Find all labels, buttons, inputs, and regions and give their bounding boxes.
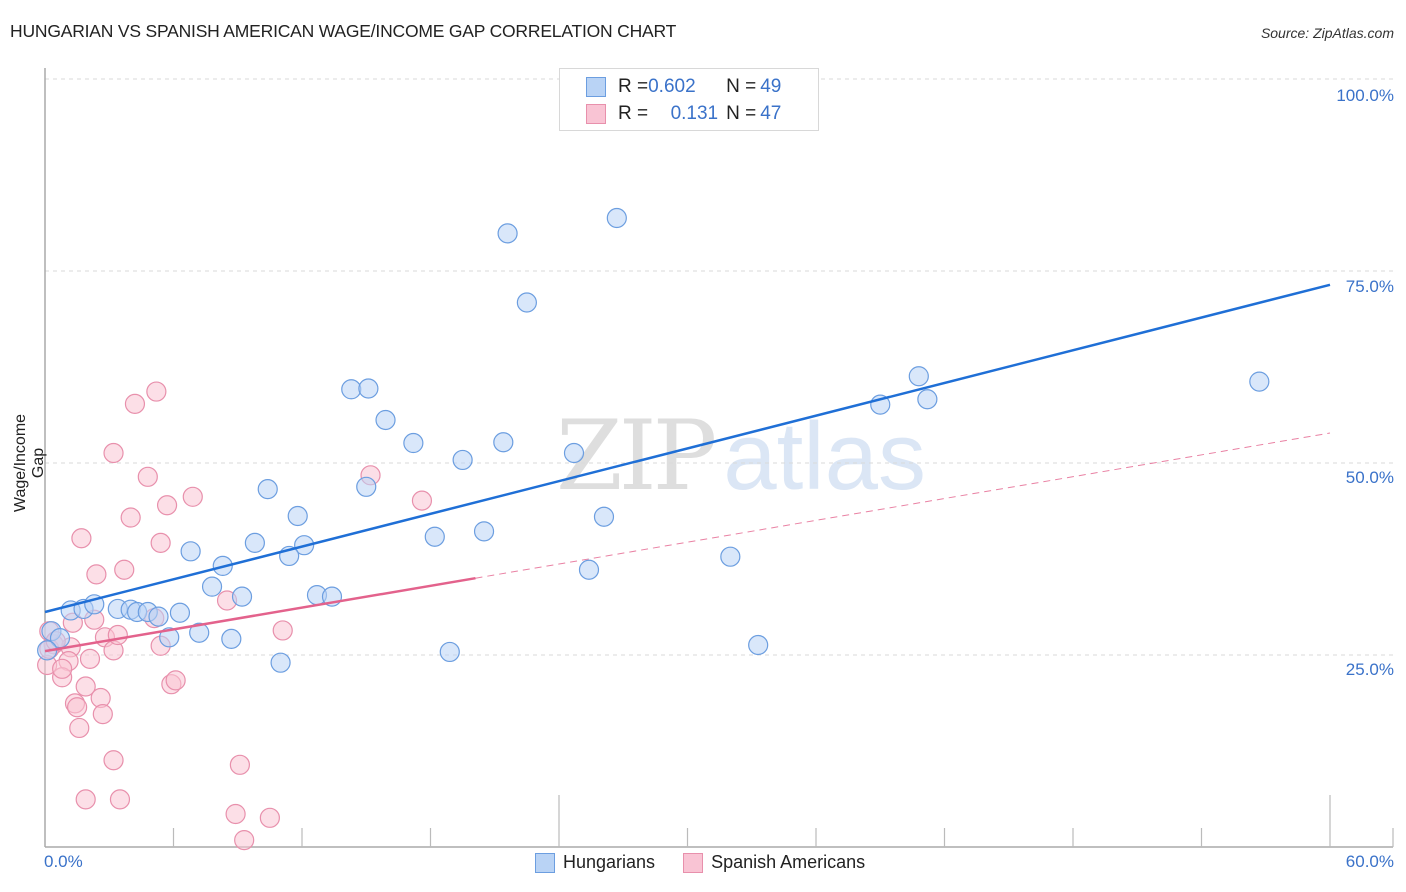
n-label: N =	[726, 76, 757, 97]
data-point-spanish-american	[103, 750, 124, 771]
data-point-hungarian	[917, 389, 938, 410]
data-point-hungarian	[516, 292, 537, 313]
spanish-americans-swatch	[586, 104, 606, 124]
spanish-americans-swatch	[683, 852, 704, 873]
y-tick-label-75: 75.0%	[1345, 277, 1394, 296]
r-label: R =	[618, 76, 649, 97]
hungarians-swatch	[586, 77, 606, 97]
data-point-spanish-american	[225, 803, 246, 825]
data-point-spanish-american	[52, 658, 73, 679]
y-tick-label-50: 50.0%	[1345, 468, 1394, 487]
n-label: N =	[726, 103, 757, 124]
y-axis-label: Wage/Income Gap	[12, 413, 47, 513]
data-point-spanish-american	[114, 559, 135, 580]
data-point-spanish-american	[272, 620, 293, 641]
data-point-spanish-american	[107, 624, 128, 646]
data-point-hungarian	[244, 532, 265, 553]
trendline-spanish-americans-dashed	[475, 432, 1331, 579]
data-point-spanish-american	[165, 670, 186, 691]
data-point-spanish-american	[103, 442, 124, 464]
data-point-hungarian	[221, 628, 242, 649]
data-point-spanish-american	[124, 393, 146, 414]
y-tick-label-100: 100.0%	[1336, 86, 1394, 105]
data-point-hungarian	[341, 379, 362, 400]
legend-item-spanish-americans[interactable]: Spanish Americans	[683, 852, 865, 873]
data-point-hungarian	[908, 366, 929, 387]
data-point-hungarian	[201, 576, 223, 597]
data-point-hungarian	[720, 546, 741, 567]
trendline-hungarians	[44, 283, 1331, 614]
r-value: 0.131	[670, 103, 719, 124]
data-point-spanish-american	[109, 789, 131, 810]
data-point-hungarian	[593, 506, 615, 527]
data-point-hungarian	[375, 409, 396, 431]
data-point-hungarian	[169, 602, 191, 623]
data-point-spanish-american	[71, 528, 92, 549]
data-point-spanish-american	[79, 648, 101, 669]
data-point-hungarian	[606, 207, 627, 229]
series-spanish-americans	[37, 381, 433, 851]
data-point-hungarian	[473, 521, 495, 542]
legend-item-hungarians[interactable]: Hungarians	[535, 852, 655, 873]
data-point-hungarian	[493, 432, 514, 453]
data-point-hungarian	[563, 442, 585, 464]
scatter-plot	[37, 68, 1394, 851]
data-point-spanish-american	[86, 564, 107, 585]
legend-row-spanish-americans: R = 0.131 N = 47	[586, 102, 781, 126]
data-point-spanish-american	[259, 807, 280, 828]
data-point-spanish-american	[234, 829, 255, 851]
x-tick-label-60: 60.0%	[1345, 852, 1394, 871]
data-point-hungarian	[1249, 371, 1270, 392]
legend-row-hungarians: R = 0.602 N = 49	[586, 75, 781, 99]
hungarians-swatch	[535, 852, 555, 873]
data-point-spanish-american	[120, 507, 141, 528]
data-point-spanish-american	[229, 754, 250, 775]
series-legend: Hungarians Spanish Americans	[535, 852, 893, 873]
data-point-spanish-american	[137, 466, 158, 487]
data-point-hungarian	[424, 526, 445, 547]
data-point-hungarian	[287, 505, 308, 527]
correlation-legend: R = 0.602 N = 49 R = 0.131 N = 47	[559, 68, 819, 131]
data-point-hungarian	[578, 559, 600, 580]
data-point-hungarian	[358, 378, 379, 399]
axes	[44, 68, 1394, 848]
data-point-hungarian	[231, 586, 253, 607]
data-point-hungarian	[270, 652, 291, 673]
n-value: 47	[760, 103, 782, 124]
data-point-spanish-american	[69, 717, 90, 739]
data-point-spanish-american	[156, 495, 178, 516]
y-tick-label-25: 25.0%	[1345, 660, 1394, 679]
data-point-spanish-american	[67, 697, 88, 718]
r-value: 0.602	[648, 76, 696, 97]
r-label: R =	[618, 103, 649, 124]
data-point-hungarian	[439, 641, 460, 663]
data-point-spanish-american	[92, 704, 113, 725]
gridlines	[45, 78, 1393, 656]
n-value: 49	[760, 76, 782, 97]
data-point-hungarian	[148, 606, 169, 627]
data-point-hungarian	[403, 432, 424, 454]
data-point-hungarian	[257, 479, 278, 500]
data-point-spanish-american	[411, 490, 433, 511]
data-point-spanish-american	[150, 532, 171, 553]
data-point-hungarian	[748, 634, 769, 656]
x-tick-label-0: 0.0%	[44, 852, 83, 871]
data-point-spanish-american	[146, 381, 167, 402]
data-point-spanish-american	[182, 486, 203, 507]
data-point-hungarian	[356, 476, 377, 497]
legend-label: Hungarians	[563, 852, 656, 872]
legend-label: Spanish Americans	[711, 852, 866, 872]
data-point-hungarian	[497, 223, 518, 244]
data-point-spanish-american	[75, 789, 96, 810]
data-point-hungarian	[180, 541, 201, 562]
data-point-hungarian	[452, 449, 473, 471]
